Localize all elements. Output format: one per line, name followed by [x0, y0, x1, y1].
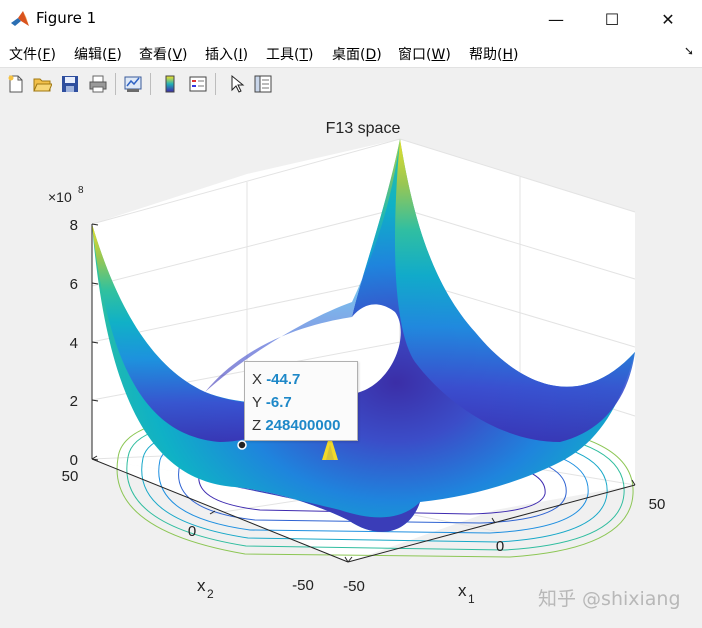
z-tick-label: 6 [70, 276, 78, 293]
save-icon[interactable] [58, 72, 82, 96]
new-figure-icon[interactable] [4, 72, 28, 96]
x2-tick-label: 0 [188, 523, 196, 540]
menu-help[interactable]: 帮助(H) [469, 44, 518, 64]
menu-insert[interactable]: 插入(I) [205, 44, 248, 64]
z-tick-label: 4 [70, 335, 78, 352]
x1-axis-label: x [458, 581, 467, 600]
menu-edit[interactable]: 编辑(E) [74, 44, 122, 64]
dock-arrow-icon[interactable]: ➘ [684, 44, 694, 58]
print-icon[interactable] [86, 72, 110, 96]
menu-file[interactable]: 文件(F) [9, 44, 56, 64]
datatip-z-row: Z 248400000 [252, 417, 341, 434]
menu-desktop[interactable]: 桌面(D) [332, 44, 382, 64]
open-file-icon[interactable] [30, 72, 54, 96]
x1-tick-label: -50 [343, 578, 365, 595]
x1-axis-subscript: 1 [468, 592, 475, 606]
insert-legend-icon[interactable] [186, 72, 210, 96]
link-plot-icon[interactable] [121, 72, 145, 96]
toolbar-separator [150, 73, 151, 95]
minimize-button[interactable]: — [533, 0, 579, 38]
toolbar-separator [215, 73, 216, 95]
x2-tick-label: 50 [62, 468, 79, 485]
window-title: Figure 1 [36, 9, 97, 27]
datatip[interactable]: X -44.7 Y -6.7 Z 248400000 [244, 361, 358, 441]
x2-tick-label: -50 [292, 577, 314, 594]
z-exponent-base: ×10 [48, 189, 72, 205]
menu-window[interactable]: 窗口(W) [398, 44, 451, 64]
datatip-marker[interactable] [237, 440, 247, 450]
z-tick-label: 2 [70, 393, 78, 410]
maximize-button[interactable]: ☐ [589, 0, 635, 38]
watermark: 知乎 @shixiang [538, 588, 681, 610]
datatip-x-row: X -44.7 [252, 371, 301, 388]
x1-tick-label: 0 [496, 538, 504, 555]
property-inspector-icon[interactable] [251, 72, 275, 96]
close-button[interactable]: ✕ [645, 0, 691, 38]
z-tick-label: 0 [70, 452, 78, 469]
z-exponent-power: 8 [78, 185, 84, 196]
edit-plot-cursor-icon[interactable] [224, 72, 248, 96]
menu-tools[interactable]: 工具(T) [266, 44, 314, 64]
x2-axis-label: x [197, 576, 206, 595]
x2-axis-subscript: 2 [207, 587, 214, 601]
menu-view[interactable]: 查看(V) [139, 44, 188, 64]
datatip-y-row: Y -6.7 [252, 394, 292, 411]
toolbar-separator [115, 73, 116, 95]
matlab-logo-icon [10, 9, 30, 29]
z-tick-label: 8 [70, 217, 78, 234]
plot-title: F13 space [326, 120, 401, 137]
x1-tick-label: 50 [649, 496, 666, 513]
insert-colorbar-icon[interactable] [158, 72, 182, 96]
